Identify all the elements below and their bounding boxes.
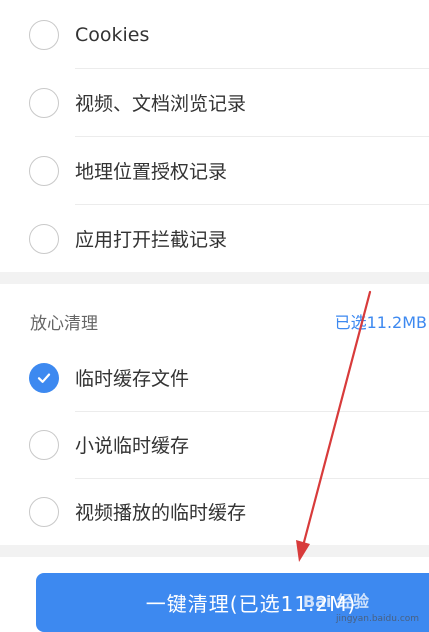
option-label: 地理位置授权记录	[75, 161, 228, 183]
option-location-permission-history[interactable]: 地理位置授权记录	[0, 137, 429, 204]
radio-unchecked-icon[interactable]	[29, 87, 59, 118]
clean-settings-page: Cookies 视频、文档浏览记录 地理位置授权记录 应用打开拦截记录 放心清理…	[0, 0, 429, 632]
radio-unchecked-icon[interactable]	[29, 19, 59, 50]
option-label: 视频播放的临时缓存	[75, 502, 247, 524]
watermark-url: jingyan.baidu.com	[336, 614, 420, 624]
option-label: 应用打开拦截记录	[75, 229, 228, 251]
option-app-open-block-history[interactable]: 应用打开拦截记录	[0, 205, 429, 272]
option-cookies[interactable]: Cookies	[0, 1, 429, 68]
section-title: 放心清理	[30, 314, 98, 334]
option-video-doc-history[interactable]: 视频、文档浏览记录	[0, 69, 429, 136]
option-label: 临时缓存文件	[75, 368, 190, 390]
radio-unchecked-icon[interactable]	[29, 155, 59, 186]
check-icon[interactable]	[29, 362, 59, 393]
section-gap	[0, 545, 429, 557]
option-label: Cookies	[75, 23, 150, 46]
watermark-text: Bai 经验	[303, 592, 370, 611]
option-temp-cache-files[interactable]: 临时缓存文件	[0, 344, 429, 411]
option-label: 小说临时缓存	[75, 435, 190, 457]
option-label: 视频、文档浏览记录	[75, 93, 247, 115]
radio-unchecked-icon[interactable]	[29, 429, 59, 460]
selected-size: 已选11.2MB	[334, 313, 427, 332]
radio-unchecked-icon[interactable]	[29, 496, 59, 527]
option-video-playback-temp-cache[interactable]: 视频播放的临时缓存	[0, 478, 429, 545]
section-gap	[0, 272, 429, 284]
option-novel-temp-cache[interactable]: 小说临时缓存	[0, 411, 429, 478]
radio-unchecked-icon[interactable]	[29, 223, 59, 254]
